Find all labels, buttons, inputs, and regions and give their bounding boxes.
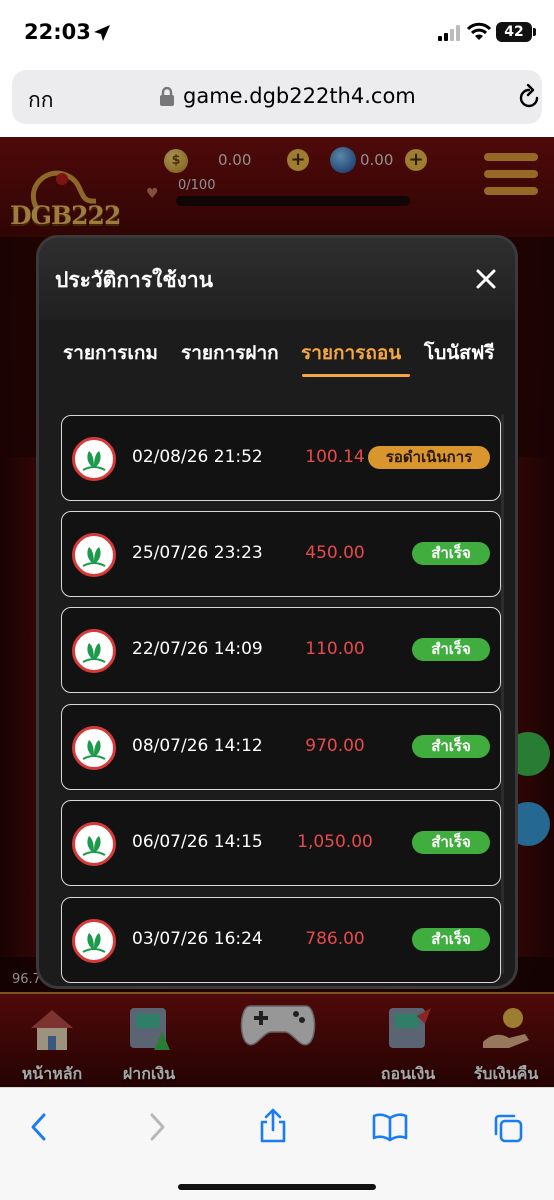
home-indicator <box>178 1184 376 1190</box>
withdrawal-row[interactable]: 06/07/26 14:15 1,050.00 สำเร็จ <box>61 800 501 886</box>
forward-icon[interactable] <box>146 1112 168 1146</box>
row-date: 22/07/26 14:09 <box>132 639 263 659</box>
withdrawal-row[interactable]: 25/07/26 23:23 450.00 สำเร็จ <box>61 511 501 597</box>
kbank-icon <box>72 822 116 866</box>
status-time: 22:03 <box>24 20 91 44</box>
status-badge: สำเร็จ <box>412 542 490 565</box>
withdrawal-list: 02/08/26 21:52 100.14 รอดำเนินการ 25/07/… <box>39 238 515 986</box>
url-text[interactable]: game.dgb222th4.com <box>183 84 416 108</box>
row-date: 06/07/26 14:15 <box>132 832 263 852</box>
row-amount: 110.00 <box>305 639 365 659</box>
kbank-icon <box>72 629 116 673</box>
status-bar: 22:03 42 <box>0 0 554 66</box>
row-amount: 786.00 <box>305 929 365 949</box>
status-badge: สำเร็จ <box>412 638 490 661</box>
status-badge: สำเร็จ <box>412 735 490 758</box>
kbank-icon <box>72 437 116 481</box>
text-size-button[interactable]: กก <box>28 84 53 117</box>
lock-icon <box>159 86 175 111</box>
reload-icon[interactable] <box>517 83 541 114</box>
back-icon[interactable] <box>28 1112 50 1146</box>
withdrawal-row[interactable]: 22/07/26 14:09 110.00 สำเร็จ <box>61 607 501 693</box>
row-amount: 1,050.00 <box>297 832 373 852</box>
history-modal: ประวัติการใช้งาน รายการเกม รายการฝาก ราย… <box>36 235 518 989</box>
share-icon[interactable] <box>258 1108 288 1148</box>
bookmarks-icon[interactable] <box>372 1112 408 1146</box>
kbank-icon <box>72 726 116 770</box>
row-date: 03/07/26 16:24 <box>132 929 263 949</box>
battery-icon: 42 <box>496 22 536 42</box>
row-amount: 450.00 <box>305 543 365 563</box>
withdrawal-row[interactable]: 08/07/26 14:12 970.00 สำเร็จ <box>61 704 501 790</box>
kbank-icon <box>72 533 116 577</box>
tabs-icon[interactable] <box>492 1112 524 1148</box>
status-badge: สำเร็จ <box>412 831 490 854</box>
withdrawal-row[interactable]: 02/08/26 21:52 100.14 รอดำเนินการ <box>61 415 501 501</box>
row-date: 02/08/26 21:52 <box>132 447 263 467</box>
withdrawal-row[interactable]: 03/07/26 16:24 786.00 สำเร็จ <box>61 897 501 983</box>
address-bar[interactable]: กก game.dgb222th4.com <box>12 70 542 124</box>
status-badge: รอดำเนินการ <box>368 446 490 469</box>
wifi-icon <box>466 22 492 46</box>
cellular-signal-icon <box>438 25 462 45</box>
row-date: 25/07/26 23:23 <box>132 543 263 563</box>
row-amount: 970.00 <box>305 736 365 756</box>
status-badge: สำเร็จ <box>412 928 490 951</box>
kbank-icon <box>72 919 116 963</box>
row-date: 08/07/26 14:12 <box>132 736 263 756</box>
location-arrow-icon <box>93 24 111 46</box>
